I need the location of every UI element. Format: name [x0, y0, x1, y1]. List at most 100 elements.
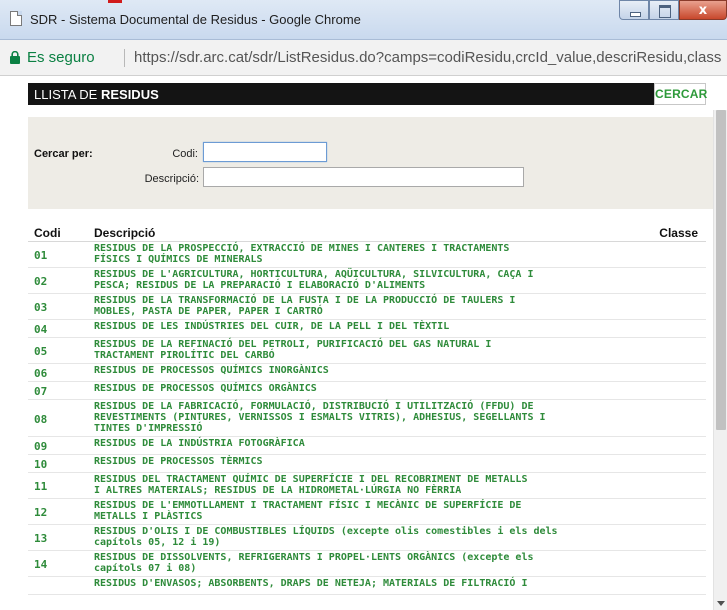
row-descripcio[interactable]: RESIDUS D'ENVASOS; ABSORBENTS, DRAPS DE … — [94, 578, 664, 589]
window-controls — [619, 0, 727, 22]
secure-label: Es seguro — [27, 49, 95, 66]
row-descripcio-line[interactable]: RESIDUS DE PROCESSOS QUÍMICS ORGÀNICS — [94, 383, 664, 394]
page-icon — [10, 11, 22, 26]
window-title: SDR - Sistema Documental de Residus - Go… — [30, 12, 361, 27]
address-bar[interactable]: Es seguro https://sdr.arc.cat/sdr/ListRe… — [0, 40, 727, 76]
minimize-icon[interactable] — [619, 0, 649, 20]
row-descripcio[interactable]: RESIDUS DE LA PROSPECCIÓ, EXTRACCIÓ DE M… — [94, 243, 664, 265]
close-icon[interactable] — [679, 0, 727, 20]
row-codi[interactable]: 12 — [34, 506, 47, 519]
row-codi[interactable]: 03 — [34, 301, 47, 314]
row-codi[interactable]: 13 — [34, 532, 47, 545]
row-descripcio-line[interactable]: RESIDUS DE LES INDÚSTRIES DEL CUIR, DE L… — [94, 321, 664, 332]
red-accent-mark — [108, 0, 122, 3]
table-row[interactable]: 05 RESIDUS DE LA REFINACIÓ DEL PETROLI, P… — [28, 338, 706, 364]
row-descripcio-line[interactable]: FÍSICS I QUÍMICS DE MINERALS — [94, 254, 664, 265]
row-codi[interactable]: 01 — [34, 249, 47, 262]
row-descripcio[interactable]: RESIDUS DE DISSOLVENTS, REFRIGERANTS I P… — [94, 552, 664, 574]
scrollbar[interactable] — [713, 110, 727, 610]
row-codi[interactable]: 10 — [34, 458, 47, 471]
scroll-thumb[interactable] — [716, 110, 726, 430]
page-title-prefix: LLISTA DE — [34, 87, 101, 102]
column-header-classe: Classe — [659, 226, 698, 240]
table-row[interactable]: 03 RESIDUS DE LA TRANSFORMACIÓ DE LA FUST… — [28, 294, 706, 320]
search-by-label: Cercar per: — [34, 148, 93, 160]
table-header: Codi Descripció Classe — [28, 225, 706, 242]
table-row[interactable]: 04 RESIDUS DE LES INDÚSTRIES DEL CUIR, DE… — [28, 320, 706, 338]
row-descripcio-line[interactable]: RESIDUS DE LA INDÚSTRIA FOTOGRÀFICA — [94, 438, 664, 449]
page-title: LLISTA DE RESIDUS — [34, 87, 159, 102]
row-codi[interactable]: 06 — [34, 367, 47, 380]
search-panel: Cercar per: Codi: Descripció: — [28, 117, 713, 209]
table-row[interactable]: 06 RESIDUS DE PROCESSOS QUÍMICS INORGÀNIC… — [28, 364, 706, 382]
url-text[interactable]: https://sdr.arc.cat/sdr/ListResidus.do?c… — [134, 49, 727, 66]
scroll-down-icon[interactable] — [717, 601, 725, 606]
column-header-codi: Codi — [34, 226, 61, 240]
row-codi[interactable]: 11 — [34, 480, 47, 493]
row-codi[interactable]: 04 — [34, 323, 47, 336]
table-row[interactable]: 11 RESIDUS DEL TRACTAMENT QUÍMIC DE SUPER… — [28, 473, 706, 499]
table-row[interactable]: 13 RESIDUS D'OLIS I DE COMBUSTIBLES LÍQUI… — [28, 525, 706, 551]
row-descripcio-line[interactable]: TRACTAMENT PIROLÍTIC DEL CARBÓ — [94, 350, 664, 361]
row-codi[interactable]: 02 — [34, 275, 47, 288]
row-descripcio[interactable]: RESIDUS DE LA INDÚSTRIA FOTOGRÀFICA — [94, 438, 664, 449]
row-descripcio-line[interactable]: RESIDUS DE LA PROSPECCIÓ, EXTRACCIÓ DE M… — [94, 243, 664, 254]
row-descripcio[interactable]: RESIDUS DE PROCESSOS QUÍMICS ORGÀNICS — [94, 383, 664, 394]
table-row[interactable]: 12 RESIDUS DE L'EMMOTLLAMENT I TRACTAMENT… — [28, 499, 706, 525]
row-descripcio-line[interactable]: RESIDUS D'ENVASOS; ABSORBENTS, DRAPS DE … — [94, 578, 664, 589]
row-descripcio-line[interactable]: RESIDUS DE LA TRANSFORMACIÓ DE LA FUSTA … — [94, 295, 664, 306]
address-separator — [124, 49, 125, 67]
row-descripcio-line[interactable]: RESIDUS DE L'AGRICULTURA, HORTICULTURA, … — [94, 269, 664, 280]
row-descripcio-line[interactable]: RESIDUS DE DISSOLVENTS, REFRIGERANTS I P… — [94, 552, 664, 563]
row-descripcio-line[interactable]: capítols 07 i 08) — [94, 563, 664, 574]
table-row[interactable]: 08 RESIDUS DE LA FABRICACIÓ, FORMULACIÓ, … — [28, 400, 706, 437]
row-descripcio-line[interactable]: METALLS I PLÀSTICS — [94, 511, 664, 522]
row-descripcio-line[interactable]: RESIDUS DE LA FABRICACIÓ, FORMULACIÓ, DI… — [94, 401, 664, 412]
table-row[interactable]: 07 RESIDUS DE PROCESSOS QUÍMICS ORGÀNICS — [28, 382, 706, 400]
descripcio-input[interactable] — [203, 167, 524, 187]
table-row[interactable]: 14 RESIDUS DE DISSOLVENTS, REFRIGERANTS I… — [28, 551, 706, 577]
row-descripcio[interactable]: RESIDUS DE LA FABRICACIÓ, FORMULACIÓ, DI… — [94, 401, 664, 434]
row-descripcio-line[interactable]: I ALTRES MATERIALS; RESIDUS DE LA HIDROM… — [94, 485, 664, 496]
row-descripcio-line[interactable]: REVESTIMENTS (PINTURES, VERNISSOS I ESMA… — [94, 412, 664, 423]
codi-input[interactable] — [203, 142, 327, 162]
table-row[interactable]: 09 RESIDUS DE LA INDÚSTRIA FOTOGRÀFICA — [28, 437, 706, 455]
row-descripcio-line[interactable]: PESCA; RESIDUS DE LA PREPARACIÓ I ELABOR… — [94, 280, 664, 291]
window-titlebar: SDR - Sistema Documental de Residus - Go… — [0, 0, 727, 40]
row-descripcio-line[interactable]: RESIDUS DE PROCESSOS TÈRMICS — [94, 456, 664, 467]
table-row[interactable]: 10 RESIDUS DE PROCESSOS TÈRMICS — [28, 455, 706, 473]
results-table: Codi Descripció Classe 01 RESIDUS DE LA P… — [28, 225, 706, 595]
table-body: 01 RESIDUS DE LA PROSPECCIÓ, EXTRACCIÓ DE… — [28, 242, 706, 595]
page-header: LLISTA DE RESIDUS — [28, 83, 706, 105]
lock-icon — [10, 51, 20, 64]
table-row[interactable]: 02 RESIDUS DE L'AGRICULTURA, HORTICULTURA… — [28, 268, 706, 294]
table-row[interactable]: RESIDUS D'ENVASOS; ABSORBENTS, DRAPS DE … — [28, 577, 706, 595]
row-descripcio[interactable]: RESIDUS DE LA REFINACIÓ DEL PETROLI, PUR… — [94, 339, 664, 361]
row-descripcio[interactable]: RESIDUS DE L'AGRICULTURA, HORTICULTURA, … — [94, 269, 664, 291]
row-descripcio-line[interactable]: MOBLES, PASTA DE PAPER, PAPER I CARTRÓ — [94, 306, 664, 317]
row-descripcio-line[interactable]: RESIDUS DE LA REFINACIÓ DEL PETROLI, PUR… — [94, 339, 664, 350]
column-header-descripcio: Descripció — [94, 226, 156, 240]
row-descripcio-line[interactable]: RESIDUS D'OLIS I DE COMBUSTIBLES LÍQUIDS… — [94, 526, 664, 537]
row-descripcio-line[interactable]: RESIDUS DEL TRACTAMENT QUÍMIC DE SUPERFÍ… — [94, 474, 664, 485]
search-button[interactable]: CERCAR — [654, 83, 707, 105]
row-descripcio-line[interactable]: TINTES D'IMPRESSIÓ — [94, 423, 664, 434]
row-descripcio-line[interactable]: capítols 05, 12 i 19) — [94, 537, 664, 548]
row-descripcio[interactable]: RESIDUS D'OLIS I DE COMBUSTIBLES LÍQUIDS… — [94, 526, 664, 548]
row-codi[interactable]: 07 — [34, 385, 47, 398]
row-codi[interactable]: 05 — [34, 345, 47, 358]
row-codi[interactable]: 09 — [34, 440, 47, 453]
row-descripcio[interactable]: RESIDUS DE LES INDÚSTRIES DEL CUIR, DE L… — [94, 321, 664, 332]
row-descripcio[interactable]: RESIDUS DE LA TRANSFORMACIÓ DE LA FUSTA … — [94, 295, 664, 317]
row-descripcio-line[interactable]: RESIDUS DE PROCESSOS QUÍMICS INORGÀNICS — [94, 365, 664, 376]
row-descripcio[interactable]: RESIDUS DE PROCESSOS TÈRMICS — [94, 456, 664, 467]
descripcio-label: Descripció: — [144, 173, 199, 185]
row-codi[interactable]: 08 — [34, 413, 47, 426]
row-descripcio[interactable]: RESIDUS DE PROCESSOS QUÍMICS INORGÀNICS — [94, 365, 664, 376]
row-descripcio[interactable]: RESIDUS DEL TRACTAMENT QUÍMIC DE SUPERFÍ… — [94, 474, 664, 496]
table-row[interactable]: 01 RESIDUS DE LA PROSPECCIÓ, EXTRACCIÓ DE… — [28, 242, 706, 268]
row-descripcio[interactable]: RESIDUS DE L'EMMOTLLAMENT I TRACTAMENT F… — [94, 500, 664, 522]
row-descripcio-line[interactable]: RESIDUS DE L'EMMOTLLAMENT I TRACTAMENT F… — [94, 500, 664, 511]
maximize-icon[interactable] — [649, 0, 679, 20]
row-codi[interactable]: 14 — [34, 558, 47, 571]
